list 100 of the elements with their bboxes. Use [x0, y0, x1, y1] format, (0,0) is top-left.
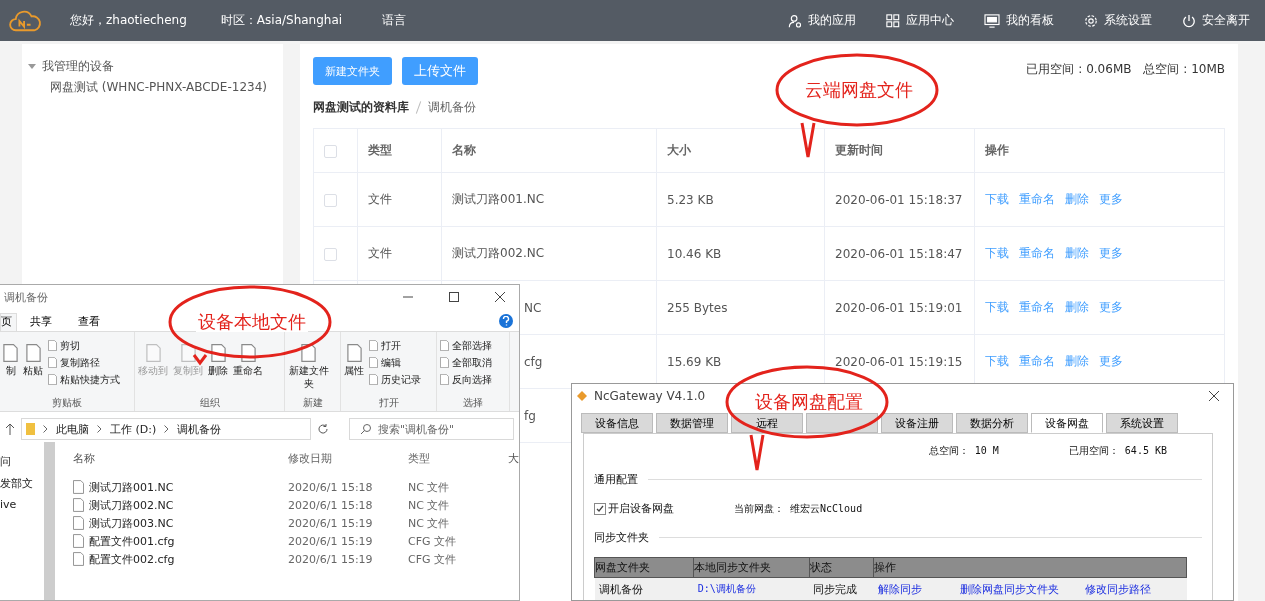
- ribbon-button[interactable]: 制: [3, 334, 18, 396]
- chevron-icon: [43, 425, 48, 433]
- file-name-cell: NC: [524, 300, 542, 315]
- row-checkbox[interactable]: [324, 144, 337, 158]
- nav-pane-item[interactable]: 问: [0, 454, 44, 476]
- ribbon-tab[interactable]: 共享: [17, 313, 65, 331]
- tab[interactable]: 设备网盘: [1031, 413, 1103, 433]
- used-space-text: 已用空间： 64.5 KB: [1068, 444, 1167, 458]
- nav-link[interactable]: 系统设置: [1084, 12, 1152, 29]
- window-title: 调机备份: [4, 289, 48, 305]
- refresh-icon[interactable]: [317, 423, 329, 435]
- column-header[interactable]: 类型: [408, 451, 430, 465]
- ribbon-button[interactable]: 重命名: [233, 334, 263, 396]
- table-cell: 同步完成: [813, 582, 858, 596]
- column-header[interactable]: 名称: [73, 450, 95, 466]
- action-link[interactable]: 修改同步路径: [1084, 581, 1151, 597]
- tree-item[interactable]: 网盘测试 (WHNC-PHNX-ABCDE-1234): [50, 80, 267, 94]
- scrollbar[interactable]: [44, 442, 55, 600]
- ribbon-button[interactable]: 全部取消: [440, 355, 492, 370]
- ribbon-button[interactable]: 删除: [208, 334, 228, 396]
- up-arrow-icon[interactable]: [5, 423, 15, 435]
- ribbon-button[interactable]: 复制路径: [48, 355, 120, 370]
- address-segment[interactable]: 工作 (D:): [110, 421, 157, 437]
- callout-tooltip-text: 云端网盘文件: [803, 79, 915, 100]
- document-icon: [25, 344, 41, 362]
- table-cell: 2020-06-01 15:18:37: [835, 192, 963, 207]
- file-name-cell: 测试刀路001.NC: [452, 192, 545, 206]
- ribbon-button[interactable]: 剪切: [48, 338, 120, 353]
- file-type: NC 文件: [408, 498, 450, 512]
- table-cell: 2020-06-01 15:19:01: [835, 300, 963, 315]
- column-header: 网盘文件夹: [595, 561, 650, 574]
- document-icon: [48, 374, 57, 385]
- ribbon-tab[interactable]: 查看: [65, 313, 113, 331]
- ribbon-button[interactable]: 粘贴: [23, 334, 43, 396]
- address-segment[interactable]: 调机备份: [177, 421, 222, 437]
- expand-caret-icon[interactable]: [28, 63, 36, 69]
- tab[interactable]: 数据分析: [956, 413, 1028, 433]
- document-icon: [440, 340, 449, 351]
- tree-item[interactable]: 我管理的设备: [42, 57, 114, 75]
- file-name-cell: 测试刀路002.NC: [452, 246, 545, 260]
- power-icon: [1182, 13, 1196, 28]
- language-menu[interactable]: 语言: [382, 12, 407, 29]
- file-name[interactable]: 测试刀路001.NC: [89, 479, 174, 495]
- column-header[interactable]: 修改日期: [288, 451, 332, 465]
- file-name[interactable]: 配置文件001.cfg: [89, 533, 175, 549]
- tab[interactable]: 设备注册: [881, 413, 953, 433]
- file-date: 2020/6/1 15:19: [288, 516, 373, 530]
- file-name-cell: fg: [524, 408, 536, 423]
- address-segment[interactable]: 此电脑: [56, 421, 89, 437]
- folder-icon: [26, 423, 35, 435]
- file-name[interactable]: 测试刀路002.NC: [89, 497, 174, 513]
- document-icon: [73, 498, 84, 512]
- help-icon[interactable]: [499, 314, 513, 328]
- ribbon-button[interactable]: 新建文件夹: [288, 334, 329, 396]
- nav-link[interactable]: 安全离开: [1182, 12, 1250, 29]
- document-icon: [440, 374, 449, 385]
- file-type: NC 文件: [408, 516, 450, 530]
- checkbox-label[interactable]: 开启设备网盘: [608, 501, 674, 516]
- document-icon: [3, 344, 18, 362]
- table-cell: 2020-06-01 15:18:47: [835, 246, 963, 261]
- column-header: 更新时间: [835, 143, 883, 157]
- greeting-text: 您好，zhaotiecheng: [70, 12, 187, 29]
- row-checkbox[interactable]: [324, 193, 337, 207]
- nav-pane-item[interactable]: ive: [0, 498, 44, 520]
- column-header: 名称: [452, 143, 476, 157]
- table-cell: 2020-06-01 15:19:15: [835, 354, 963, 369]
- nav-link[interactable]: 应用中心: [886, 12, 954, 29]
- tab[interactable]: 远程: [731, 413, 803, 433]
- ribbon-button[interactable]: 反向选择: [440, 372, 492, 387]
- file-name[interactable]: 测试刀路003.NC: [89, 515, 174, 531]
- column-header: 本地同步文件夹: [694, 561, 772, 574]
- document-icon: [73, 516, 84, 530]
- row-checkbox[interactable]: [324, 247, 337, 261]
- tab[interactable]: 数据管理: [656, 413, 728, 433]
- ribbon-button[interactable]: 属性: [344, 334, 364, 396]
- tab[interactable]: [806, 413, 878, 433]
- table-cell: 调机备份: [598, 582, 643, 596]
- action-link[interactable]: 删除网盘同步文件夹: [959, 582, 1059, 596]
- ribbon-tab[interactable]: 页: [0, 313, 17, 331]
- ribbon-button[interactable]: 粘贴快捷方式: [48, 372, 120, 387]
- table-cell: 255 Bytes: [667, 300, 728, 315]
- nav-pane-item[interactable]: 发部文: [0, 476, 44, 498]
- document-icon: [145, 344, 161, 362]
- tab[interactable]: 设备信息: [581, 413, 653, 433]
- chevron-icon: [97, 425, 102, 433]
- address-bar[interactable]: 此电脑 工作 (D:) 调机备份: [21, 418, 311, 440]
- nav-link[interactable]: 我的看板: [984, 12, 1054, 29]
- ribbon-button[interactable]: 打开: [369, 338, 421, 353]
- column-header[interactable]: 大: [508, 451, 519, 465]
- ribbon-button[interactable]: 历史记录: [369, 372, 421, 387]
- ribbon-group-label: 选择: [462, 396, 484, 410]
- search-field[interactable]: 搜索"调机备份": [349, 418, 514, 440]
- action-link[interactable]: 解除同步: [877, 582, 922, 596]
- ribbon-button[interactable]: 编辑: [369, 355, 421, 370]
- nav-link[interactable]: 我的应用: [788, 12, 856, 29]
- tab[interactable]: 系统设置: [1106, 413, 1178, 433]
- ribbon-button[interactable]: 全部选择: [440, 338, 492, 353]
- breadcrumb-link[interactable]: 网盘测试的资料库: [313, 98, 409, 116]
- file-name[interactable]: 配置文件002.cfg: [89, 551, 175, 567]
- checkbox[interactable]: [594, 502, 606, 515]
